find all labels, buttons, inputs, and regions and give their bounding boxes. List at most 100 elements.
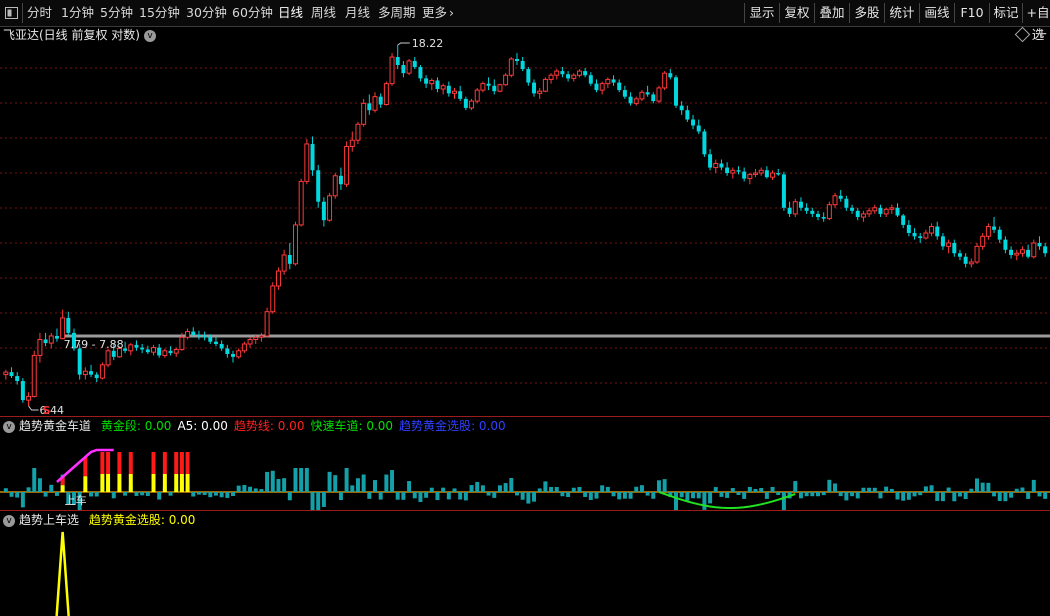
candle[interactable] (702, 129, 707, 157)
candle[interactable] (128, 343, 134, 356)
candle[interactable] (66, 311, 71, 336)
candle[interactable] (622, 85, 627, 99)
candle[interactable] (372, 92, 378, 113)
candle[interactable] (94, 372, 99, 383)
candle[interactable] (787, 201, 792, 218)
candle[interactable] (935, 221, 940, 240)
candle[interactable] (850, 204, 855, 214)
candle[interactable] (304, 138, 310, 185)
candle[interactable] (611, 75, 616, 86)
candle[interactable] (923, 229, 929, 240)
candle[interactable] (753, 168, 759, 178)
candle[interactable] (855, 207, 860, 221)
candle[interactable] (929, 223, 935, 237)
candle[interactable] (140, 343, 145, 354)
candle[interactable] (736, 166, 741, 175)
candle[interactable] (997, 226, 1002, 243)
candle[interactable] (270, 282, 276, 314)
candle[interactable] (31, 350, 37, 398)
candle[interactable] (838, 189, 843, 202)
candle[interactable] (213, 337, 218, 347)
candle[interactable] (878, 204, 883, 218)
toolbar-button-0[interactable]: 显示 (745, 2, 779, 24)
candle[interactable] (378, 93, 383, 108)
candle[interactable] (764, 166, 769, 179)
candle[interactable] (583, 68, 588, 78)
candle[interactable] (719, 159, 724, 171)
candle[interactable] (241, 341, 247, 354)
candle[interactable] (43, 332, 48, 347)
candle[interactable] (708, 149, 713, 171)
candle[interactable] (435, 77, 440, 93)
candle[interactable] (901, 213, 906, 229)
candle[interactable] (883, 207, 889, 218)
candle[interactable] (332, 173, 338, 199)
candle[interactable] (157, 343, 162, 358)
candle[interactable] (826, 201, 832, 221)
candle[interactable] (514, 53, 519, 65)
candle[interactable] (1009, 246, 1014, 259)
candle[interactable] (264, 307, 270, 338)
candle[interactable] (957, 249, 962, 261)
candle[interactable] (287, 242, 292, 270)
candle[interactable] (344, 141, 350, 188)
candle[interactable] (26, 392, 32, 406)
candle[interactable] (219, 340, 224, 351)
candle[interactable] (9, 367, 14, 379)
candle[interactable] (952, 239, 957, 257)
candle[interactable] (758, 167, 764, 176)
candle[interactable] (424, 75, 429, 88)
candle[interactable] (89, 364, 94, 378)
candle[interactable] (968, 258, 974, 268)
candle[interactable] (401, 60, 406, 78)
candle[interactable] (974, 242, 980, 264)
candle[interactable] (542, 77, 548, 93)
candle[interactable] (355, 121, 361, 144)
candle[interactable] (37, 332, 43, 363)
candle[interactable] (446, 81, 451, 97)
candle[interactable] (225, 344, 230, 358)
candle[interactable] (548, 73, 554, 84)
chevron-down-icon[interactable]: v (3, 514, 15, 527)
candle[interactable] (173, 347, 179, 357)
candlestick-chart[interactable]: 18.226.447.79 - 7.88S (0, 26, 1050, 416)
candle[interactable] (54, 328, 59, 342)
candle[interactable] (134, 340, 139, 351)
candle[interactable] (992, 217, 997, 234)
candle[interactable] (906, 220, 911, 237)
candle[interactable] (258, 332, 264, 342)
candle[interactable] (185, 328, 191, 340)
candle[interactable] (685, 105, 690, 122)
candle[interactable] (566, 71, 571, 82)
candle[interactable] (497, 83, 503, 93)
candle[interactable] (844, 195, 849, 211)
candle[interactable] (389, 53, 395, 86)
candle[interactable] (281, 249, 287, 275)
candle[interactable] (275, 267, 281, 290)
candle[interactable] (202, 331, 207, 341)
candle[interactable] (1019, 246, 1025, 257)
toolbar-button-7[interactable]: 标记 (990, 2, 1022, 24)
candle[interactable] (821, 212, 826, 222)
candle[interactable] (418, 64, 423, 82)
candle[interactable] (48, 332, 54, 349)
candle[interactable] (599, 81, 605, 95)
candle[interactable] (236, 348, 242, 359)
candle[interactable] (247, 337, 253, 348)
candle[interactable] (571, 73, 577, 82)
candle[interactable] (605, 77, 611, 88)
candle[interactable] (1003, 236, 1008, 254)
candle[interactable] (99, 362, 105, 380)
candle[interactable] (526, 67, 531, 86)
candle[interactable] (781, 171, 786, 211)
candle[interactable] (367, 94, 372, 115)
candle[interactable] (292, 221, 298, 266)
candle[interactable] (1037, 236, 1042, 250)
candle[interactable] (918, 233, 923, 243)
candle[interactable] (810, 207, 815, 218)
period-tab-3[interactable]: 15分钟 (139, 0, 180, 26)
candle[interactable] (633, 96, 639, 106)
candle[interactable] (298, 178, 304, 227)
candle[interactable] (832, 192, 838, 208)
candle[interactable] (662, 71, 668, 91)
